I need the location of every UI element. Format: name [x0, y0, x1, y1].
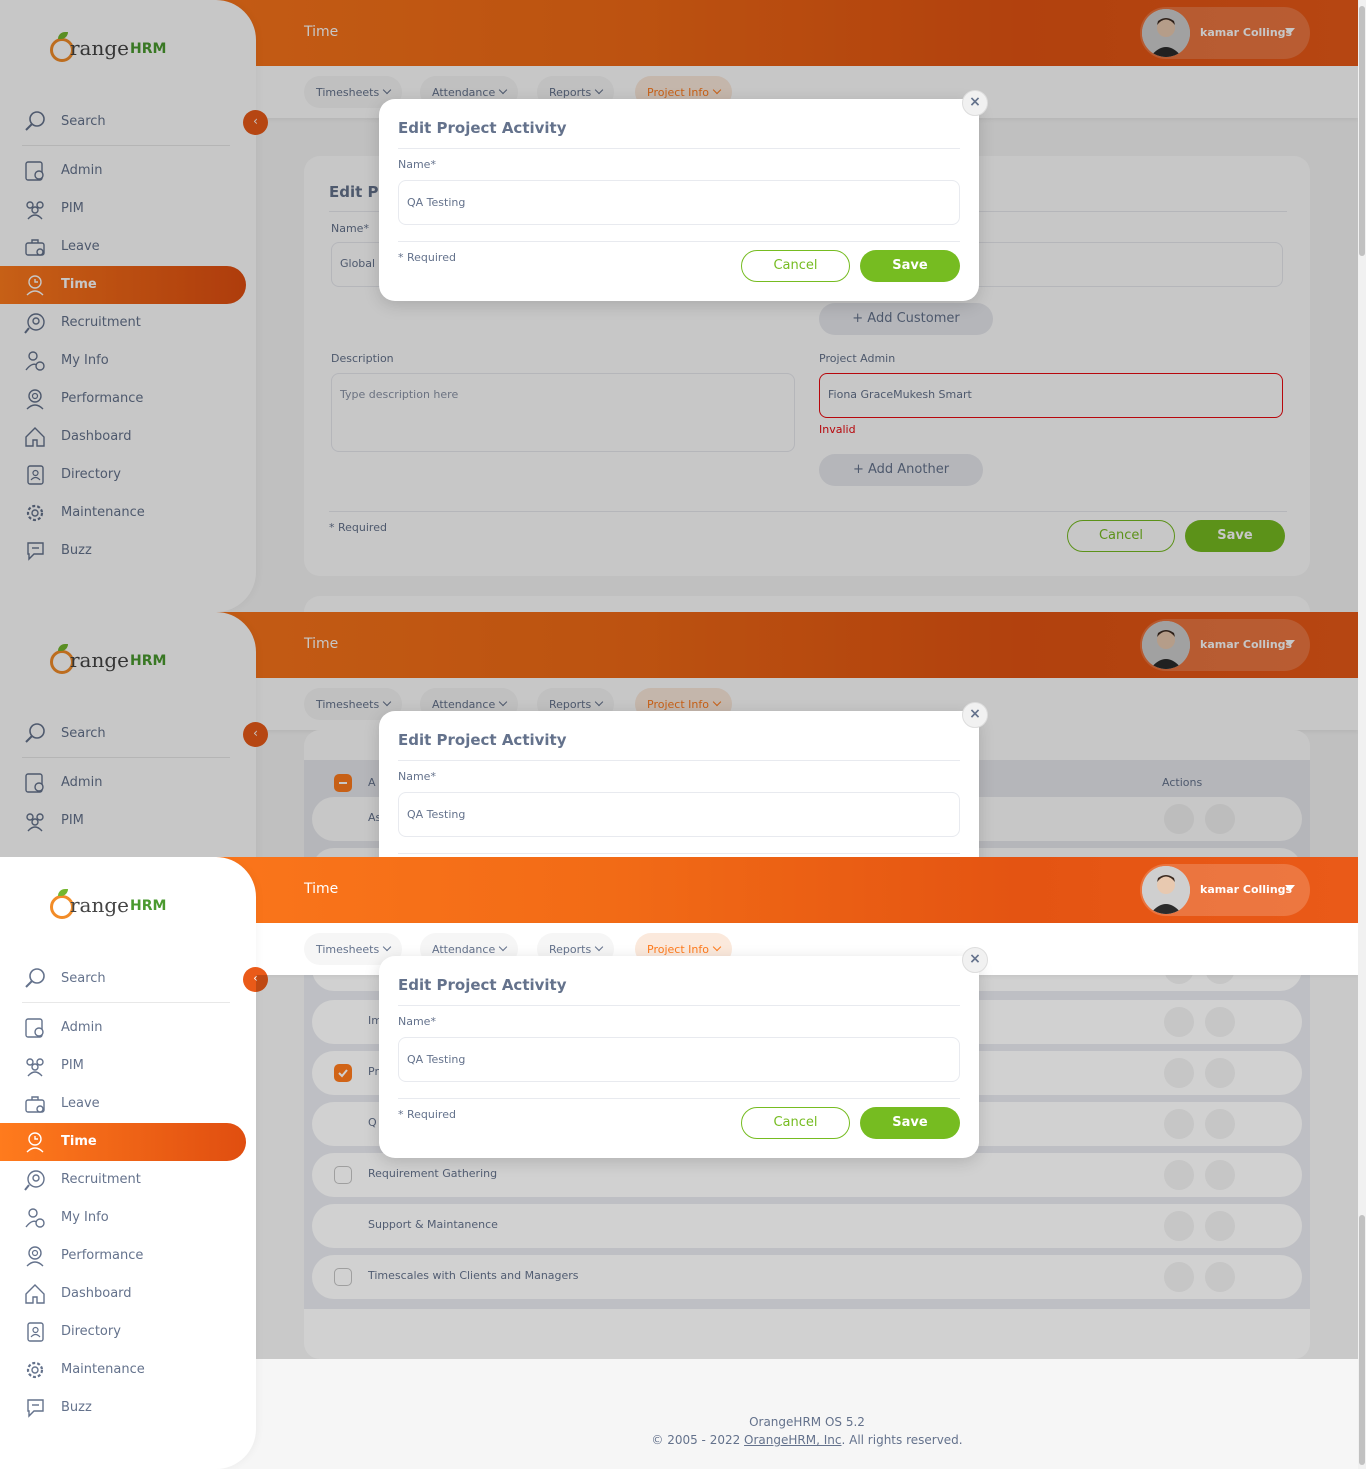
chevron-down-icon	[498, 942, 508, 952]
sidebar-item-dashboard[interactable]: Dashboard	[0, 1275, 246, 1313]
activity-name-input[interactable]: QA Testing	[398, 180, 960, 225]
user-dropdown[interactable]: kamar Collings	[1140, 864, 1310, 916]
edit-activity-modal: Edit Project Activity Name* QA Testing *…	[379, 99, 979, 301]
chevron-down-icon	[594, 942, 604, 952]
page-scrollbar[interactable]	[1358, 0, 1366, 1469]
sidebar-item-my-info[interactable]: My Info	[0, 1199, 246, 1237]
footer-copyright: © 2005 - 2022 OrangeHRM, Inc. All rights…	[651, 1433, 963, 1447]
divider	[398, 1098, 960, 1099]
sidebar-item-pim[interactable]: PIM	[0, 1047, 246, 1085]
sidebar-item-buzz[interactable]: Buzz	[0, 1389, 246, 1427]
admin-icon	[25, 1018, 44, 1038]
sidebar-menu: Admin PIM Leave Time Recruitment My Info…	[0, 1009, 256, 1427]
maintenance-icon	[26, 1361, 44, 1379]
page-title: Time	[304, 881, 339, 897]
avatar	[1142, 866, 1190, 914]
buzz-icon	[27, 1399, 44, 1418]
screenshot-3: Im Pr Q Requirement Gathering Support & …	[0, 857, 1358, 1469]
save-button[interactable]: Save	[860, 1107, 960, 1139]
required-note: * Required	[398, 1108, 456, 1121]
sidebar-item-admin[interactable]: Admin	[0, 1009, 246, 1047]
cancel-button[interactable]: Cancel	[741, 1107, 850, 1139]
sidebar: range HRM Search ‹ Admin PIM Leave Time R…	[0, 857, 268, 1469]
my-info-icon	[25, 1208, 45, 1228]
close-icon[interactable]: ×	[962, 702, 988, 728]
activity-name-input[interactable]: QA Testing	[398, 792, 960, 837]
dashboard-icon	[25, 1284, 45, 1304]
required-note: * Required	[398, 251, 456, 264]
orangehrm-logo: range HRM	[50, 889, 170, 923]
edit-activity-modal: Edit Project Activity Name* QA Testing *…	[379, 956, 979, 1158]
sidebar-item-recruitment[interactable]: Recruitment	[0, 1161, 246, 1199]
modal-backdrop[interactable]	[0, 0, 1358, 612]
user-name: kamar Collings	[1200, 883, 1293, 896]
leave-icon	[25, 1096, 45, 1113]
recruitment-icon	[24, 1170, 45, 1191]
pim-icon	[26, 1058, 44, 1077]
divider	[398, 1005, 960, 1006]
chevron-down-icon	[712, 942, 722, 952]
modal-title: Edit Project Activity	[398, 731, 567, 749]
company-link[interactable]: OrangeHRM, Inc	[744, 1433, 841, 1447]
scrollbar-thumb[interactable]	[1359, 1215, 1365, 1465]
divider	[398, 148, 960, 149]
modal-title: Edit Project Activity	[398, 976, 567, 994]
sidebar-item-maintenance[interactable]: Maintenance	[0, 1351, 246, 1389]
edit-activity-modal: Edit Project Activity Name* QA Testing	[379, 711, 979, 857]
time-icon	[26, 1132, 44, 1153]
close-icon[interactable]: ×	[962, 947, 988, 973]
close-icon[interactable]: ×	[962, 90, 988, 116]
save-button[interactable]: Save	[860, 250, 960, 282]
chevron-down-icon	[382, 942, 392, 952]
performance-icon	[26, 1246, 44, 1267]
search-icon	[25, 968, 45, 988]
screenshot-1: Time kamar Collings Timesheets Attendanc…	[0, 0, 1358, 612]
footer-version: OrangeHRM OS 5.2	[749, 1415, 865, 1429]
sidebar-item-leave[interactable]: Leave	[0, 1085, 246, 1123]
name-label: Name*	[398, 158, 436, 171]
directory-icon	[27, 1322, 44, 1342]
sidebar-item-performance[interactable]: Performance	[0, 1237, 246, 1275]
scrollbar-thumb[interactable]	[1359, 6, 1365, 256]
cancel-button[interactable]: Cancel	[741, 250, 850, 282]
divider	[398, 760, 960, 761]
name-label: Name*	[398, 770, 436, 783]
sidebar-item-directory[interactable]: Directory	[0, 1313, 246, 1351]
divider	[398, 241, 960, 242]
name-label: Name*	[398, 1015, 436, 1028]
modal-title: Edit Project Activity	[398, 119, 567, 137]
sidebar-search[interactable]: Search	[22, 965, 230, 1003]
activity-name-input[interactable]: QA Testing	[398, 1037, 960, 1082]
divider	[398, 853, 960, 854]
screenshot-2: Time kamar Collings Timesheets Attendanc…	[0, 612, 1358, 857]
sidebar-item-time[interactable]: Time	[0, 1123, 246, 1161]
caret-down-icon	[1285, 885, 1295, 891]
